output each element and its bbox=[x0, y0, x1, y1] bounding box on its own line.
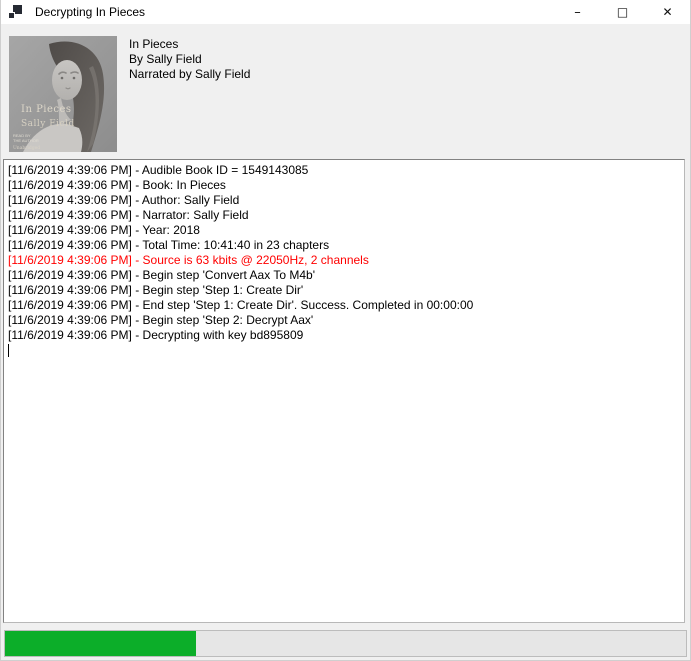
log-line-text: [11/6/2019 4:39:06 PM] - Begin step 'Ste… bbox=[8, 313, 313, 327]
log-line: [11/6/2019 4:39:06 PM] - Begin step 'Ste… bbox=[8, 283, 680, 298]
book-cover-image: In Pieces Sally Field READ BY THE AUTHOR… bbox=[9, 36, 117, 152]
log-line-text: [11/6/2019 4:39:06 PM] - Begin step 'Con… bbox=[8, 268, 315, 282]
log-line: [11/6/2019 4:39:06 PM] - Total Time: 10:… bbox=[8, 238, 680, 253]
log-line: [11/6/2019 4:39:06 PM] - Book: In Pieces bbox=[8, 178, 680, 193]
book-narrator: Narrated by Sally Field bbox=[129, 67, 250, 82]
log-line-text: [11/6/2019 4:39:06 PM] - End step 'Step … bbox=[8, 298, 473, 312]
book-title: In Pieces bbox=[129, 37, 250, 52]
log-line: [11/6/2019 4:39:06 PM] - Author: Sally F… bbox=[8, 193, 680, 208]
close-button[interactable]: ✕ bbox=[645, 0, 690, 24]
log-line-text: [11/6/2019 4:39:06 PM] - Year: 2018 bbox=[8, 223, 200, 237]
log-line-text: [11/6/2019 4:39:06 PM] - Book: In Pieces bbox=[8, 178, 226, 192]
maximize-button[interactable]: □ bbox=[600, 0, 645, 24]
cover-author-text: Sally Field bbox=[21, 119, 75, 129]
log-line-text: [11/6/2019 4:39:06 PM] - Author: Sally F… bbox=[8, 193, 239, 207]
minimize-icon: – bbox=[574, 6, 581, 19]
maximize-icon: □ bbox=[617, 6, 628, 18]
log-line-text: [11/6/2019 4:39:06 PM] - Audible Book ID… bbox=[8, 163, 308, 177]
cover-title-text: In Pieces bbox=[21, 104, 72, 115]
log-line: [11/6/2019 4:39:06 PM] - Audible Book ID… bbox=[8, 163, 680, 178]
log-line-text: [11/6/2019 4:39:06 PM] - Narrator: Sally… bbox=[8, 208, 249, 222]
log-line: [11/6/2019 4:39:06 PM] - Year: 2018 bbox=[8, 223, 680, 238]
app-icon-square-small bbox=[9, 12, 15, 18]
book-info: In Pieces By Sally Field Narrated by Sal… bbox=[129, 37, 250, 82]
log-line: [11/6/2019 4:39:06 PM] - Begin step 'Ste… bbox=[8, 313, 680, 328]
log-line-text: [11/6/2019 4:39:06 PM] - Decrypting with… bbox=[8, 328, 303, 342]
book-author: By Sally Field bbox=[129, 52, 250, 67]
log-line-text: [11/6/2019 4:39:06 PM] - Source is 63 kb… bbox=[8, 253, 369, 267]
cover-edition-text: Unabridged bbox=[13, 145, 40, 151]
text-caret bbox=[8, 344, 9, 357]
progress-fill bbox=[5, 631, 196, 656]
cover-readby-text-2: THE AUTHOR bbox=[13, 138, 39, 143]
log-line: [11/6/2019 4:39:06 PM] - Narrator: Sally… bbox=[8, 208, 680, 223]
cover-face-shape bbox=[52, 60, 82, 100]
close-icon: ✕ bbox=[662, 6, 672, 18]
minimize-button[interactable]: – bbox=[555, 0, 600, 24]
log-line: [11/6/2019 4:39:06 PM] - Source is 63 kb… bbox=[8, 253, 680, 268]
log-line-text: [11/6/2019 4:39:06 PM] - Total Time: 10:… bbox=[8, 238, 329, 252]
title-bar[interactable]: Decrypting In Pieces – □ ✕ bbox=[1, 0, 690, 24]
app-icon bbox=[9, 5, 23, 19]
window-controls: – □ ✕ bbox=[555, 0, 690, 24]
log-line: [11/6/2019 4:39:06 PM] - End step 'Step … bbox=[8, 298, 680, 313]
window-title: Decrypting In Pieces bbox=[35, 5, 145, 19]
log-line-text: [11/6/2019 4:39:06 PM] - Begin step 'Ste… bbox=[8, 283, 303, 297]
log-line: [11/6/2019 4:39:06 PM] - Begin step 'Con… bbox=[8, 268, 680, 283]
app-window: Decrypting In Pieces – □ ✕ bbox=[0, 0, 691, 661]
log-textbox[interactable]: [11/6/2019 4:39:06 PM] - Audible Book ID… bbox=[3, 159, 685, 623]
log-line: [11/6/2019 4:39:06 PM] - Decrypting with… bbox=[8, 328, 680, 343]
progress-bar bbox=[4, 630, 687, 657]
